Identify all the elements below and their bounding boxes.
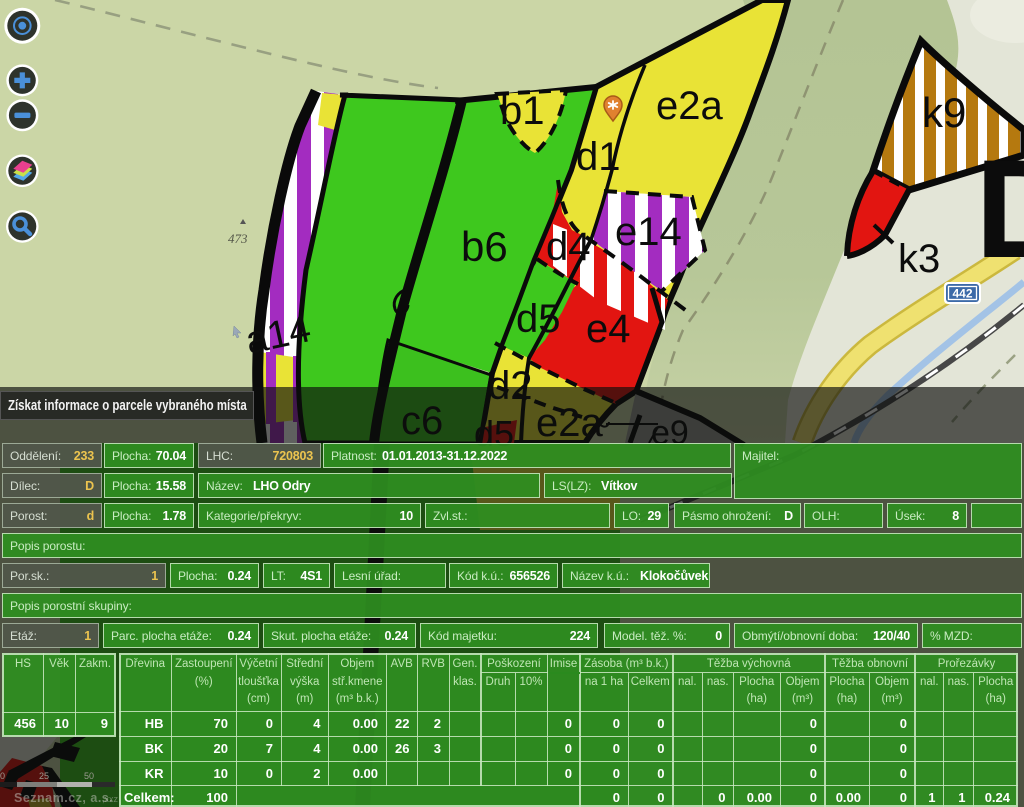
svg-text:k3: k3 — [898, 237, 940, 281]
svg-text:d5: d5 — [516, 297, 561, 341]
svg-text:b1: b1 — [500, 89, 545, 133]
svg-text:k9: k9 — [922, 89, 966, 136]
svg-text:e4: e4 — [586, 307, 631, 351]
svg-text:473: 473 — [228, 231, 248, 246]
svg-text:d4: d4 — [546, 225, 591, 269]
svg-text:e14: e14 — [615, 210, 682, 254]
svg-text:d1: d1 — [576, 135, 621, 179]
svg-text:D: D — [975, 130, 1024, 287]
svg-text:442: 442 — [952, 287, 972, 301]
svg-text:b6: b6 — [461, 223, 508, 270]
svg-text:e2a: e2a — [656, 84, 723, 128]
